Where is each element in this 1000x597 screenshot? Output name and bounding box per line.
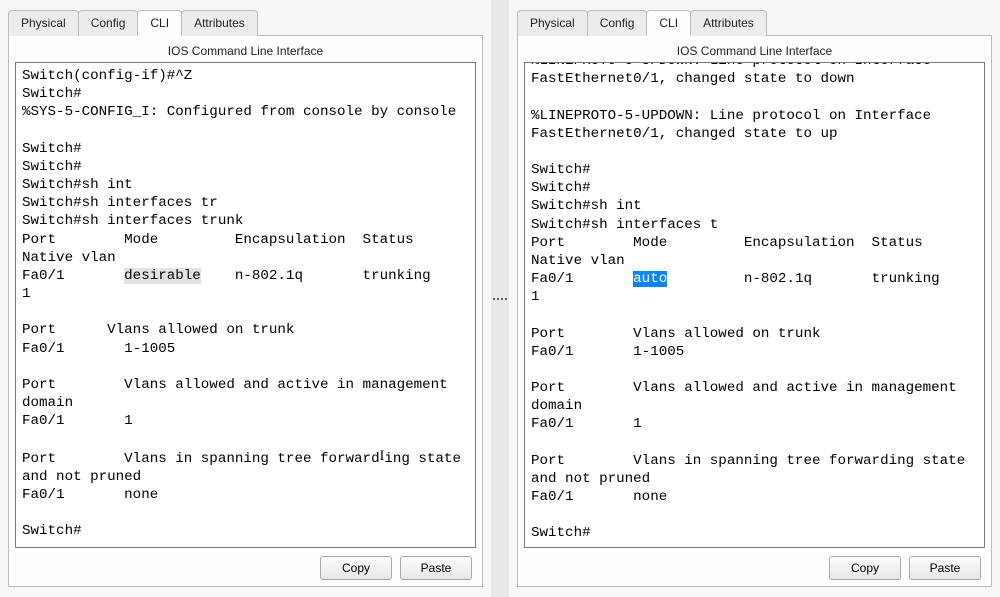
terminal-line: Switch#sh interfaces t [531, 216, 978, 234]
terminal-wrap-right: %LINEPROTO-5-UPDOWN: Line protocol on In… [524, 62, 985, 548]
terminal-line [531, 361, 978, 379]
terminal-line: Switch# [22, 140, 469, 158]
tab-attributes[interactable]: Attributes [690, 10, 767, 36]
terminal-line: Port Vlans allowed on trunk [22, 321, 469, 339]
paste-button[interactable]: Paste [400, 556, 472, 580]
terminal-line: Port Vlans in spanning tree forwarding s… [531, 452, 978, 488]
terminal-right[interactable]: %LINEPROTO-5-UPDOWN: Line protocol on In… [524, 62, 985, 548]
terminal-line: Fa0/1 desirable n-802.1q trunking 1 [22, 267, 469, 303]
terminal-line: Fa0/1 1-1005 [531, 343, 978, 361]
cli-title-left: IOS Command Line Interface [15, 44, 476, 58]
terminal-highlight: desirable [124, 268, 201, 284]
paste-button[interactable]: Paste [909, 556, 981, 580]
terminal-line: Switch(config-if)#^Z [22, 67, 469, 85]
copy-button[interactable]: Copy [829, 556, 901, 580]
tab-config[interactable]: Config [78, 10, 139, 36]
tab-cli[interactable]: CLI [137, 10, 182, 36]
terminal-line: Switch# [531, 179, 978, 197]
terminal-line: Port Vlans allowed on trunk [531, 325, 978, 343]
terminal-line: Fa0/1 1 [22, 412, 469, 430]
tab-physical[interactable]: Physical [8, 10, 79, 36]
terminal-line [22, 430, 469, 448]
right-panel: Physical Config CLI Attributes IOS Comma… [509, 0, 1000, 597]
terminal-line: Fa0/1 none [531, 488, 978, 506]
terminal-highlight: I [380, 447, 385, 465]
terminal-line [531, 306, 978, 324]
terminal-line: Switch#sh int [531, 197, 978, 215]
terminal-text: Fa0/1 [22, 268, 124, 284]
terminal-line: Switch# [22, 522, 469, 540]
terminal-line: Port Vlans allowed and active in managem… [531, 379, 978, 415]
tabs-right: Physical Config CLI Attributes [517, 10, 992, 36]
copy-button[interactable]: Copy [320, 556, 392, 580]
button-row-right: Copy Paste [524, 556, 985, 580]
terminal-line: Switch# [531, 161, 978, 179]
tab-body-left: IOS Command Line Interface Switch(config… [8, 35, 483, 587]
split-divider[interactable] [491, 0, 509, 597]
terminal-line: Switch# [22, 158, 469, 176]
divider-grip-icon [491, 291, 509, 307]
terminal-line [531, 88, 978, 106]
terminal-line: Port Mode Encapsulation Status Native vl… [531, 234, 978, 270]
terminal-line: Switch#sh interfaces trunk [22, 212, 469, 230]
tab-cli[interactable]: CLI [646, 10, 691, 36]
tab-body-right: IOS Command Line Interface %LINEPROTO-5-… [517, 35, 992, 587]
terminal-line: Fa0/1 auto n-802.1q trunking 1 [531, 270, 978, 306]
terminal-line [531, 143, 978, 161]
terminal-line: Fa0/1 none [22, 486, 469, 504]
terminal-line [22, 122, 469, 140]
terminal-line [531, 434, 978, 452]
cli-title-right: IOS Command Line Interface [524, 44, 985, 58]
terminal-line: %LINEPROTO-5-UPDOWN: Line protocol on In… [531, 107, 978, 143]
terminal-line: Switch#sh int [22, 176, 469, 194]
terminal-line: Port Mode Encapsulation Status Native vl… [22, 231, 469, 267]
terminal-line: %SYS-5-CONFIG_I: Configured from console… [22, 103, 469, 121]
terminal-line: Fa0/1 1-1005 [22, 340, 469, 358]
button-row-left: Copy Paste [15, 556, 476, 580]
terminal-line [22, 358, 469, 376]
left-panel: Physical Config CLI Attributes IOS Comma… [0, 0, 491, 597]
tab-attributes[interactable]: Attributes [181, 10, 258, 36]
tabs-left: Physical Config CLI Attributes [8, 10, 483, 36]
terminal-left[interactable]: Switch(config-if)#^ZSwitch#%SYS-5-CONFIG… [15, 62, 476, 548]
terminal-line: Switch#sh interfaces tr [22, 194, 469, 212]
terminal-line: Port Vlans allowed and active in managem… [22, 376, 469, 412]
terminal-highlight: auto [633, 271, 667, 287]
terminal-line: Fa0/1 1 [531, 415, 978, 433]
terminal-text: Port Vlans in spanning tree forward [22, 451, 380, 467]
terminal-text: Fa0/1 [531, 271, 633, 287]
terminal-line: Port Vlans in spanning tree forwardIing … [22, 449, 469, 486]
tab-physical[interactable]: Physical [517, 10, 588, 36]
terminal-line [531, 506, 978, 524]
terminal-line: Switch# [531, 524, 978, 542]
terminal-line [22, 504, 469, 522]
terminal-line [22, 303, 469, 321]
terminal-line: Switch# [22, 85, 469, 103]
terminal-wrap-left: Switch(config-if)#^ZSwitch#%SYS-5-CONFIG… [15, 62, 476, 548]
terminal-line: %LINEPROTO-5-UPDOWN: Line protocol on In… [531, 62, 978, 88]
tab-config[interactable]: Config [587, 10, 648, 36]
